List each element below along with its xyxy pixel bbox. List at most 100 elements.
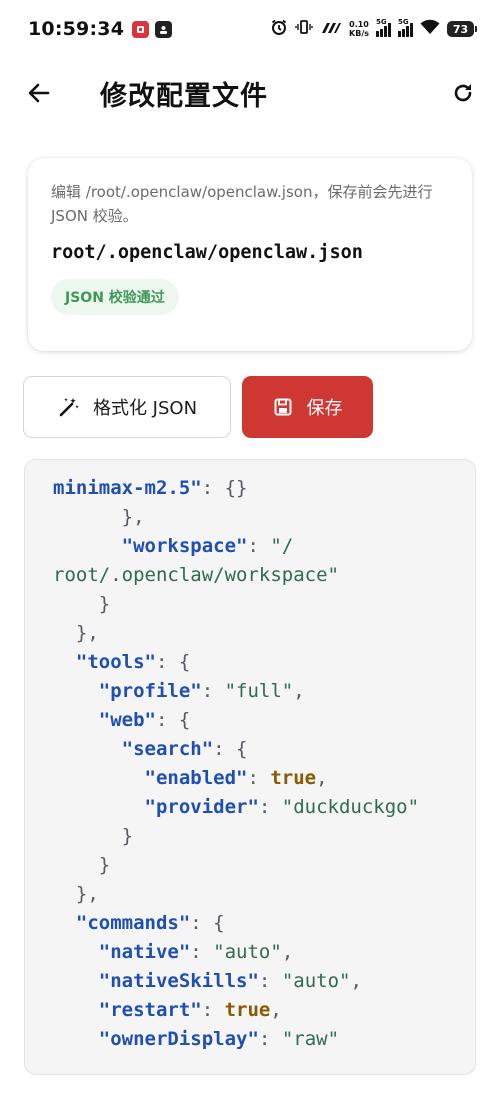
format-json-button[interactable]: 格式化 JSON (23, 376, 231, 438)
format-json-label: 格式化 JSON (92, 398, 198, 419)
json-editor[interactable]: minimax-m2.5": {} }, "workspace": "/root… (24, 459, 476, 1075)
refresh-icon (454, 84, 472, 102)
nfc-icon (320, 20, 342, 39)
app-notification-icon-2 (155, 20, 173, 38)
code-token-str: "duckduckgo" (281, 796, 420, 818)
page-title: 修改配置文件 (100, 80, 268, 112)
code-token-str: root/.openclaw/workspace" (53, 564, 339, 586)
code-token-punct: : { (190, 912, 225, 934)
code-token-punct (53, 796, 145, 818)
status-bar: 10:59:34 0.10 KB/s 5G 5G 73 (0, 0, 500, 58)
code-line: "workspace": "/ (53, 532, 294, 561)
network-speed: 0.10 KB/s (349, 20, 369, 38)
code-token-punct: }, (53, 883, 99, 905)
code-line: "nativeSkills": "auto", (53, 967, 362, 996)
code-line: "search": { (53, 735, 248, 764)
code-line: "commands": { (53, 909, 225, 938)
code-token-punct: , (293, 680, 305, 702)
status-time: 10:59:34 (28, 18, 125, 40)
code-token-key: "ownerDisplay" (98, 1028, 259, 1050)
code-token-punct: : (201, 680, 225, 702)
validation-status-badge: JSON 校验通过 (51, 279, 179, 315)
code-token-str: "/ (270, 535, 294, 557)
code-token-punct: : (247, 535, 271, 557)
code-token-punct: : (258, 970, 282, 992)
code-token-punct (53, 680, 99, 702)
code-token-punct (53, 709, 99, 731)
code-line: root/.openclaw/workspace" (53, 561, 339, 590)
code-token-key: "provider" (144, 796, 259, 818)
save-label: 保存 (306, 398, 343, 419)
code-token-bool: true (270, 767, 317, 789)
code-token-key: "search" (121, 738, 214, 760)
code-token-punct (53, 941, 99, 963)
code-token-punct: , (270, 999, 282, 1021)
code-token-key: "profile" (98, 680, 202, 702)
code-token-punct: }, (53, 506, 145, 528)
alarm-icon (270, 18, 288, 40)
code-token-key: "tools" (75, 651, 156, 673)
code-token-punct: } (53, 593, 111, 615)
code-line: "restart": true, (53, 996, 282, 1025)
magic-wand-icon (59, 398, 79, 417)
code-token-punct: : (258, 796, 282, 818)
code-line: }, (53, 619, 99, 648)
code-token-str: "auto" (213, 941, 282, 963)
code-token-punct (53, 970, 99, 992)
code-line: "provider": "duckduckgo" (53, 793, 420, 822)
code-line: "web": { (53, 706, 191, 735)
code-token-punct: : { (155, 709, 191, 731)
code-token-str: "full" (224, 680, 294, 702)
vibrate-icon (295, 18, 313, 40)
save-button[interactable]: 保存 (242, 376, 373, 438)
code-token-punct (53, 912, 76, 934)
refresh-button[interactable] (448, 78, 478, 108)
code-token-punct: : { (155, 651, 191, 673)
code-line: "ownerDisplay": "raw" (53, 1025, 339, 1054)
code-token-str: "raw" (281, 1028, 340, 1050)
code-token-punct (53, 535, 122, 557)
status-app-icons (132, 20, 173, 38)
code-token-key: "restart" (98, 999, 202, 1021)
code-token-punct (53, 738, 122, 760)
status-indicators: 0.10 KB/s 5G 5G 73 (270, 18, 477, 40)
code-token-key: "commands" (75, 912, 191, 934)
code-line: }, (53, 880, 99, 909)
code-token-key: "enabled" (144, 767, 248, 789)
code-token-punct: , (281, 941, 294, 963)
code-line: } (53, 851, 110, 880)
code-token-punct: , (350, 970, 362, 992)
code-line: } (53, 590, 110, 619)
code-token-key: minimax-m2.5" (53, 477, 202, 499)
code-line: } (53, 822, 133, 851)
code-line: "enabled": true, (53, 764, 328, 793)
code-token-str: "auto" (281, 970, 351, 992)
file-description: 编辑 /root/.openclaw/openclaw.json，保存前会先进行… (51, 183, 433, 225)
code-token-punct (53, 767, 145, 789)
back-button[interactable] (24, 78, 54, 108)
code-token-punct: : (258, 1028, 282, 1050)
code-token-punct: } (53, 854, 111, 876)
signal-sim2-icon: 5G (398, 18, 413, 37)
code-token-punct: } (53, 825, 134, 847)
app-notification-icon (132, 20, 150, 38)
app-bar: 修改配置文件 (0, 62, 500, 124)
code-token-key: "nativeSkills" (98, 970, 259, 992)
file-info-card: 编辑 /root/.openclaw/openclaw.json，保存前会先进行… (28, 158, 472, 351)
code-token-punct: : (190, 941, 214, 963)
code-token-punct (53, 999, 99, 1021)
code-token-punct: : (247, 767, 271, 789)
code-token-punct: : { (213, 738, 248, 760)
code-token-key: "native" (98, 941, 191, 963)
floppy-disk-icon (274, 398, 291, 416)
code-token-key: "workspace" (121, 535, 248, 557)
code-token-punct: : (201, 999, 225, 1021)
code-line: minimax-m2.5": {} (53, 474, 247, 503)
signal-sim1-icon: 5G (376, 18, 391, 37)
code-token-punct: }, (53, 622, 99, 644)
code-token-punct: , (316, 767, 328, 789)
code-token-bool: true (224, 999, 271, 1021)
code-token-punct: : {} (201, 477, 248, 499)
code-token-punct (53, 651, 76, 673)
code-line: }, (53, 503, 145, 532)
